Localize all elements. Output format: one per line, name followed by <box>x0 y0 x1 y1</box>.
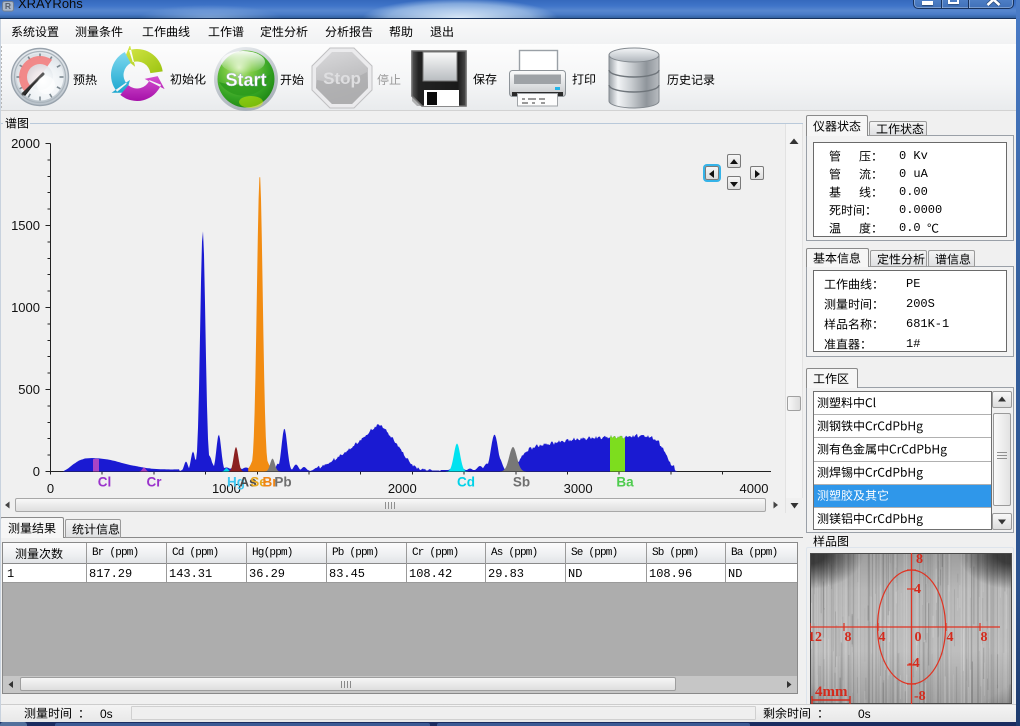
svg-text:8: 8 <box>981 630 988 645</box>
svg-text:Cd: Cd <box>457 475 475 490</box>
svg-text:0: 0 <box>915 630 922 645</box>
svg-text:2000: 2000 <box>11 136 40 151</box>
svg-text:Cl: Cl <box>98 475 112 490</box>
svg-text:-4: -4 <box>908 656 920 671</box>
svg-text:0: 0 <box>47 481 54 496</box>
svg-text:4: 4 <box>947 630 954 645</box>
svg-text:Sb: Sb <box>513 475 530 490</box>
svg-text:2000: 2000 <box>388 481 417 496</box>
svg-text:Stop: Stop <box>323 69 361 88</box>
svg-text:4000: 4000 <box>740 481 769 496</box>
svg-text:4: 4 <box>879 630 886 645</box>
svg-text:3000: 3000 <box>564 481 593 496</box>
svg-text:0: 0 <box>33 464 40 479</box>
svg-text:-8: -8 <box>914 689 926 704</box>
svg-text:4: 4 <box>914 582 921 597</box>
svg-text:8: 8 <box>916 553 923 567</box>
svg-text:Pb: Pb <box>274 475 291 490</box>
svg-text:4mm: 4mm <box>815 684 848 700</box>
svg-text:Ba: Ba <box>616 475 634 490</box>
svg-text:Start: Start <box>225 70 266 90</box>
svg-text:1500: 1500 <box>11 218 40 233</box>
svg-text:R: R <box>5 1 11 11</box>
svg-text:12: 12 <box>810 630 822 645</box>
svg-text:8: 8 <box>845 630 852 645</box>
svg-text:1000: 1000 <box>11 300 40 315</box>
svg-text:500: 500 <box>18 382 40 397</box>
svg-text:Cr: Cr <box>146 475 162 490</box>
